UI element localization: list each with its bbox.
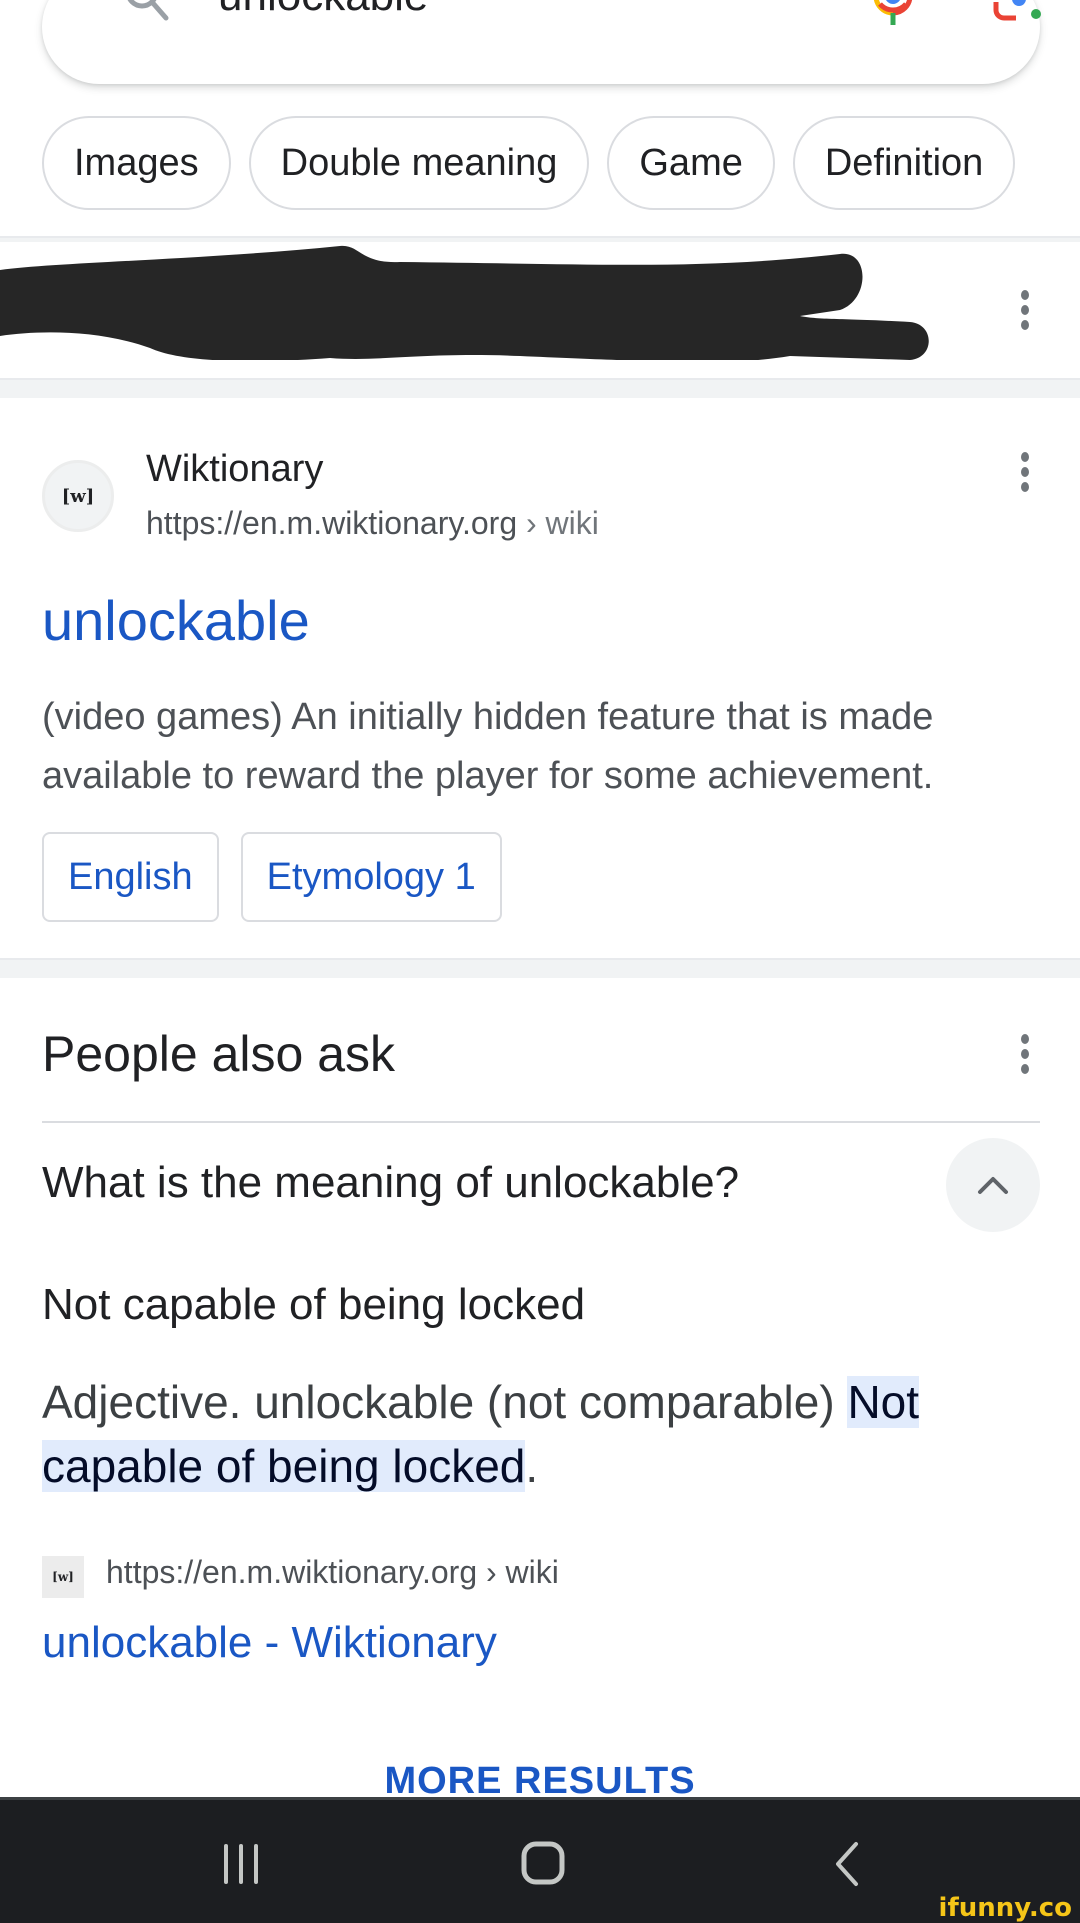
- collapse-question-button[interactable]: [946, 1138, 1040, 1232]
- chip-definition[interactable]: Definition: [792, 116, 1016, 210]
- section-separator: [0, 380, 1080, 398]
- result-title-link[interactable]: unlockable: [42, 588, 310, 653]
- paa-question[interactable]: What is the meaning of unlockable?: [42, 1158, 739, 1208]
- result-snippet: (video games) An initially hidden featur…: [42, 696, 934, 797]
- answer-suffix: .: [525, 1440, 539, 1492]
- chip-game[interactable]: Game: [607, 116, 775, 210]
- more-vert-icon[interactable]: [1018, 1034, 1030, 1074]
- recent-apps-icon[interactable]: [218, 1842, 264, 1886]
- sublink-etymology-1[interactable]: Etymology 1: [240, 832, 502, 922]
- redacted-content: [0, 245, 929, 360]
- paa-answer-text: Adjective. unlockable (not comparable) N…: [42, 1370, 1042, 1498]
- sublink-english[interactable]: English: [42, 832, 219, 922]
- paa-source-title-link[interactable]: unlockable - Wiktionary: [42, 1618, 497, 1668]
- result-site-name[interactable]: Wiktionary: [146, 448, 323, 491]
- divider: [42, 1121, 1040, 1123]
- section-separator: [0, 960, 1080, 978]
- result-url-breadcrumb: › wiki: [526, 505, 599, 541]
- wiktionary-favicon[interactable]: [w]: [42, 460, 114, 532]
- chip-images[interactable]: Images: [42, 116, 231, 210]
- search-bar[interactable]: unlockable: [42, 0, 1041, 84]
- search-filter-chips: Images Double meaning Game Definition: [42, 116, 1016, 210]
- result-url-domain: https://en.m.wiktionary.org: [146, 505, 518, 541]
- chip-double-meaning[interactable]: Double meaning: [248, 116, 590, 210]
- more-vert-icon[interactable]: [1018, 290, 1030, 330]
- google-lens-icon[interactable]: [992, 0, 1046, 24]
- wiktionary-favicon-small: [w]: [42, 1556, 84, 1598]
- paa-source-url[interactable]: https://en.m.wiktionary.org › wiki: [106, 1554, 559, 1591]
- mic-icon[interactable]: [870, 0, 916, 26]
- system-navigation-bar: [0, 1797, 1080, 1923]
- result-url[interactable]: https://en.m.wiktionary.org › wiki: [146, 505, 599, 542]
- watermark: ifunny.co: [938, 1893, 1072, 1923]
- search-icon[interactable]: [122, 0, 172, 22]
- people-also-ask-heading: People also ask: [42, 1026, 396, 1082]
- chevron-up-icon: [978, 1177, 1008, 1194]
- result-sublinks: English Etymology 1: [42, 832, 502, 922]
- search-input[interactable]: unlockable: [218, 0, 428, 22]
- back-icon[interactable]: [828, 1840, 864, 1888]
- answer-prefix: Adjective. unlockable (not comparable): [42, 1376, 848, 1428]
- paa-answer-heading: Not capable of being locked: [42, 1280, 586, 1329]
- more-vert-icon[interactable]: [1018, 452, 1030, 492]
- home-icon[interactable]: [520, 1840, 566, 1886]
